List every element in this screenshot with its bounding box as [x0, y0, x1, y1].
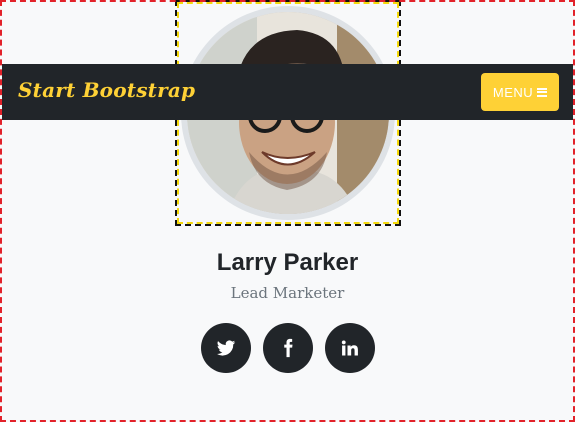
bars-icon — [537, 87, 548, 97]
twitter-link[interactable] — [200, 323, 251, 373]
member-name: Larry Parker — [216, 249, 359, 276]
linkedin-link[interactable] — [324, 323, 375, 373]
twitter-icon — [216, 340, 235, 356]
navbar: Start Bootstrap MENU — [2, 64, 573, 120]
social-links — [0, 323, 575, 373]
member-role: Lead Marketer — [230, 284, 345, 302]
facebook-icon — [283, 338, 292, 358]
menu-toggle-button[interactable]: MENU — [481, 73, 559, 111]
menu-label: MENU — [492, 84, 534, 100]
linkedin-icon — [341, 340, 358, 356]
brand-logo-link[interactable]: Start Bootstrap — [18, 78, 195, 102]
facebook-link[interactable] — [262, 323, 313, 373]
